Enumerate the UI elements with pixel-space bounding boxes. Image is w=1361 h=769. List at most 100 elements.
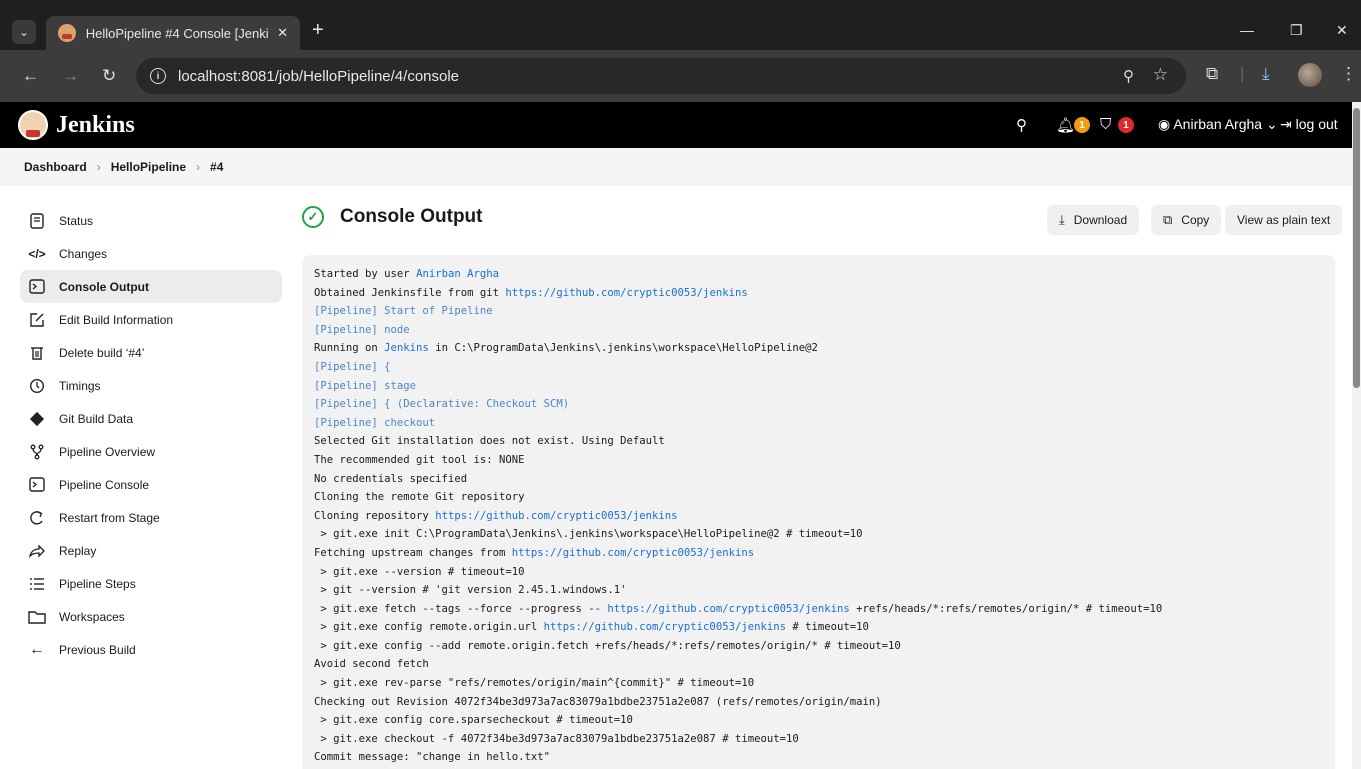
browser-menu-kebab-icon[interactable]: ⋮ bbox=[1340, 64, 1357, 84]
console-text: > git.exe --version # timeout=10 bbox=[314, 565, 525, 578]
download-icon[interactable]: ⤓ bbox=[1262, 64, 1270, 84]
console-line: > git.exe --version # timeout=10 bbox=[314, 563, 1323, 582]
browser-tab-active[interactable]: HelloPipeline #4 Console [Jenkins] ✕ bbox=[46, 16, 300, 50]
window-close-icon[interactable]: ✕ bbox=[1336, 22, 1348, 39]
console-link[interactable]: https://github.com/cryptic0053/jenkins bbox=[544, 621, 786, 633]
security-badge: 1 bbox=[1118, 117, 1134, 133]
console-text: The recommended git tool is: NONE bbox=[314, 453, 525, 466]
console-text: +refs/heads/*:refs/remotes/origin/* # ti… bbox=[849, 602, 1163, 615]
sidebar-item-changes[interactable]: </> Changes bbox=[20, 237, 282, 270]
jenkins-logo-icon[interactable] bbox=[18, 110, 48, 140]
console-link[interactable]: Anirban Argha bbox=[416, 268, 499, 280]
user-icon: ◉ bbox=[1158, 116, 1171, 132]
console-link[interactable]: https://github.com/cryptic0053/jenkins bbox=[505, 287, 747, 299]
console-text: Cloning the remote Git repository bbox=[314, 491, 525, 504]
sidebar-item-label: Status bbox=[59, 213, 94, 228]
clock-icon bbox=[28, 377, 46, 395]
sidebar-item-restart-from-stage[interactable]: Restart from Stage bbox=[20, 501, 282, 534]
zoom-icon[interactable]: ⚲ bbox=[1123, 67, 1134, 85]
arrow-left-icon: ← bbox=[29, 640, 45, 658]
copy-button[interactable]: ⧉ Copy bbox=[1151, 205, 1222, 235]
console-line: Cloning the remote Git repository bbox=[314, 488, 1323, 507]
notifications-badge: 1 bbox=[1074, 117, 1090, 133]
terminal-icon bbox=[28, 278, 46, 296]
console-text: No credentials specified bbox=[314, 472, 468, 485]
console-link[interactable]: https://github.com/cryptic0053/jenkins bbox=[607, 603, 849, 615]
site-info-icon[interactable]: i bbox=[150, 68, 166, 84]
bookmark-star-icon[interactable]: ☆ bbox=[1153, 65, 1168, 85]
restart-icon bbox=[28, 509, 46, 527]
sidebar-item-label: Restart from Stage bbox=[59, 510, 160, 525]
console-text: > git.exe config core.sparsecheckout # t… bbox=[314, 714, 633, 727]
sidebar-item-workspaces[interactable]: Workspaces bbox=[20, 600, 282, 633]
console-line: Avoid second fetch bbox=[314, 655, 1323, 674]
download-button[interactable]: ⤓ Download bbox=[1047, 205, 1140, 235]
extensions-puzzle-icon[interactable]: ⧉ bbox=[1206, 64, 1218, 84]
breadcrumb-dashboard[interactable]: Dashboard bbox=[24, 160, 87, 174]
new-tab-plus-icon[interactable]: + bbox=[312, 20, 324, 40]
breadcrumb: Dashboard › HelloPipeline › #4 bbox=[0, 148, 1352, 186]
sidebar-item-replay[interactable]: Replay bbox=[20, 534, 282, 567]
sidebar-item-label: Git Build Data bbox=[59, 411, 134, 426]
logout-link[interactable]: ⇥ log out bbox=[1280, 116, 1338, 133]
console-text: > git.exe fetch --tags --force --progres… bbox=[314, 602, 608, 615]
logout-label: log out bbox=[1295, 116, 1338, 132]
user-menu[interactable]: ◉ Anirban Argha ⌄ bbox=[1158, 116, 1278, 133]
user-chevron-down-icon: ⌄ bbox=[1265, 116, 1278, 132]
reload-icon[interactable]: ↻ bbox=[102, 66, 116, 86]
console-text: in C:\ProgramData\Jenkins\.jenkins\works… bbox=[428, 342, 818, 355]
sidebar-item-timings[interactable]: Timings bbox=[20, 369, 282, 402]
tab-close-icon[interactable]: ✕ bbox=[277, 25, 288, 41]
breadcrumb-build-4[interactable]: #4 bbox=[210, 160, 223, 174]
copy-label: Copy bbox=[1181, 213, 1210, 227]
sidebar-item-edit-build-information[interactable]: Edit Build Information bbox=[20, 303, 282, 336]
notifications-bell-icon[interactable]: 🔔︎ bbox=[1056, 116, 1075, 134]
user-name: Anirban Argha bbox=[1173, 116, 1263, 132]
sidebar-item-status[interactable]: Status bbox=[20, 204, 282, 237]
console-line: > git.exe fetch --tags --force --progres… bbox=[314, 600, 1323, 619]
security-shield-icon[interactable]: ⛉ bbox=[1100, 116, 1111, 133]
sidebar: Status </> Changes Console Output Edit B… bbox=[20, 204, 282, 666]
sidebar-item-console-output[interactable]: Console Output bbox=[20, 270, 282, 303]
toolbar-divider: | bbox=[1240, 64, 1245, 83]
console-line: Cloning repository https://github.com/cr… bbox=[314, 507, 1323, 526]
jenkins-brand[interactable]: Jenkins bbox=[56, 112, 135, 139]
page-scrollbar[interactable] bbox=[1352, 102, 1361, 769]
console-line: Running on Jenkins in C:\ProgramData\Jen… bbox=[314, 339, 1323, 358]
sidebar-item-pipeline-overview[interactable]: Pipeline Overview bbox=[20, 435, 282, 468]
tab-search-chevron-icon[interactable]: ⌄ bbox=[12, 20, 36, 44]
console-line: > git.exe init C:\ProgramData\Jenkins\.j… bbox=[314, 525, 1323, 544]
window-restore-icon[interactable]: ❐ bbox=[1290, 22, 1303, 39]
sidebar-item-pipeline-console[interactable]: Pipeline Console bbox=[20, 468, 282, 501]
search-icon[interactable]: ⚲ bbox=[1016, 116, 1027, 134]
console-line: Commit message: "change in hello.txt" bbox=[314, 748, 1323, 767]
console-line: [Pipeline] node bbox=[314, 321, 1323, 340]
console-text: Fetching upstream changes from bbox=[314, 546, 512, 559]
console-link[interactable]: https://github.com/cryptic0053/jenkins bbox=[512, 547, 754, 559]
browser-profile-avatar[interactable] bbox=[1298, 63, 1322, 87]
sidebar-item-delete-build[interactable]: Delete build ‘#4’ bbox=[20, 336, 282, 369]
sidebar-item-label: Previous Build bbox=[59, 642, 136, 657]
console-link[interactable]: Jenkins bbox=[384, 342, 429, 354]
console-text: Cloning repository bbox=[314, 509, 436, 522]
forward-arrow-icon[interactable]: → bbox=[62, 66, 79, 86]
terminal-icon bbox=[28, 476, 46, 494]
scrollbar-thumb[interactable] bbox=[1353, 108, 1360, 388]
sidebar-item-previous-build[interactable]: ← Previous Build bbox=[20, 633, 282, 666]
replay-icon bbox=[28, 542, 46, 560]
window-minimize-icon[interactable]: — bbox=[1240, 22, 1254, 38]
sidebar-item-label: Workspaces bbox=[59, 609, 125, 624]
copy-icon: ⧉ bbox=[1163, 212, 1173, 227]
jenkins-header: Jenkins ⚲ 🔔︎ 1 ⛉ 1 ◉ Anirban Argha ⌄ ⇥ l… bbox=[0, 102, 1352, 148]
sidebar-item-label: Pipeline Steps bbox=[59, 576, 136, 591]
breadcrumb-hellopipeline[interactable]: HelloPipeline bbox=[111, 160, 186, 174]
console-text: [Pipeline] checkout bbox=[314, 416, 436, 429]
view-plain-text-button[interactable]: View as plain text bbox=[1225, 205, 1343, 235]
console-link[interactable]: https://github.com/cryptic0053/jenkins bbox=[435, 510, 677, 522]
console-text: [Pipeline] node bbox=[314, 323, 410, 336]
back-arrow-icon[interactable]: ← bbox=[22, 66, 39, 86]
url-field[interactable]: i localhost:8081/job/HelloPipeline/4/con… bbox=[136, 58, 1186, 94]
console-text: [Pipeline] { bbox=[314, 360, 391, 373]
sidebar-item-git-build-data[interactable]: Git Build Data bbox=[20, 402, 282, 435]
sidebar-item-pipeline-steps[interactable]: Pipeline Steps bbox=[20, 567, 282, 600]
